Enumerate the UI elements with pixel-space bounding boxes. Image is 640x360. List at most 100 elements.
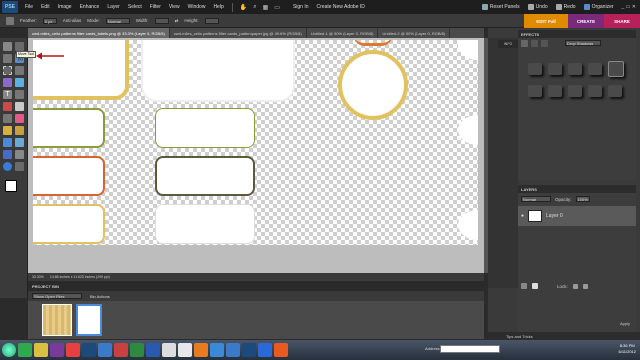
swap-icon[interactable]: ⇄ — [175, 18, 179, 24]
healing-brush-tool-icon[interactable] — [15, 102, 24, 111]
taskbar-spotify-icon[interactable] — [18, 343, 32, 357]
opacity-input[interactable]: 100% — [575, 196, 590, 202]
feather-input[interactable]: 0 px — [42, 17, 57, 24]
bin-thumbnail-labels[interactable] — [76, 304, 102, 336]
hand-tool-icon[interactable] — [3, 54, 12, 63]
blur-tool-icon[interactable] — [15, 150, 24, 159]
lock-transparent-icon[interactable] — [572, 283, 578, 289]
mode-edit-button[interactable]: EDIT Full — [524, 14, 568, 28]
anti-alias-checkbox[interactable]: Anti-alias — [63, 18, 82, 23]
marquee-tool-icon[interactable] — [3, 66, 12, 75]
mode-select[interactable]: Normal — [105, 17, 130, 24]
taskbar-firefox-icon[interactable] — [194, 343, 208, 357]
mode-create-button[interactable]: CREATE — [568, 14, 604, 28]
tab-patternpaper-doc[interactable]: cwd-miles_ceiio patterns filter cards_pa… — [170, 28, 307, 38]
clone-stamp-tool-icon[interactable] — [3, 114, 12, 123]
document-canvas[interactable] — [33, 40, 478, 245]
taskbar-filezilla-icon[interactable] — [114, 343, 128, 357]
straighten-tool-icon[interactable] — [15, 162, 24, 171]
layer-row[interactable]: ● Layer 0 — [518, 206, 636, 226]
menu-file[interactable]: File — [21, 4, 37, 10]
taskbar-pse-icon[interactable] — [82, 343, 96, 357]
brush-tool-icon[interactable] — [3, 126, 12, 135]
bin-thumbnail-patternpaper[interactable] — [42, 304, 72, 336]
taskbar-app2-icon[interactable] — [258, 343, 272, 357]
arrange-icon[interactable]: ▦ — [263, 4, 269, 11]
reset-panels-button[interactable]: Reset Panels — [481, 4, 520, 10]
organizer-button[interactable]: Organizer — [583, 4, 614, 10]
new-layer-icon[interactable] — [521, 283, 527, 289]
menu-layer[interactable]: Layer — [103, 4, 124, 10]
crop-tool-icon[interactable] — [15, 90, 24, 99]
tips-and-tricks-link[interactable]: Tips and Tricks — [506, 334, 533, 339]
sign-in-link[interactable]: Sign In — [289, 4, 313, 10]
drop-shadow-swatch-2[interactable] — [548, 63, 562, 75]
taskbar-notepad-icon[interactable] — [162, 343, 176, 357]
view-options-icon[interactable]: ▭ — [274, 4, 280, 11]
type-tool-icon[interactable]: T — [3, 90, 12, 99]
menu-enhance[interactable]: Enhance — [76, 4, 104, 10]
tab-untitled-2[interactable]: Untitled-2 @ 50% (Layer 0, RGB/8) — [378, 28, 451, 38]
taskbar-photoshop-icon[interactable] — [98, 343, 112, 357]
quick-selection-tool-icon[interactable] — [15, 78, 24, 87]
menu-filter[interactable]: Filter — [146, 4, 165, 10]
drop-shadow-swatch-4[interactable] — [588, 63, 602, 75]
zoom-level[interactable]: 33.33% — [32, 275, 44, 279]
menu-help[interactable]: Help — [209, 4, 227, 10]
drop-shadow-swatch-9[interactable] — [588, 85, 602, 97]
taskbar-paint-icon[interactable] — [178, 343, 192, 357]
foreground-color-swatch[interactable] — [5, 180, 17, 192]
effects-filters-icon[interactable] — [531, 39, 538, 47]
taskbar-chrome-icon[interactable] — [66, 343, 80, 357]
height-input[interactable] — [204, 17, 219, 24]
pencil-tool-icon[interactable] — [15, 126, 24, 135]
menu-image[interactable]: Image — [54, 4, 76, 10]
lock-all-icon[interactable] — [582, 283, 588, 289]
window-controls[interactable]: _ ▭ ✕ — [622, 4, 636, 10]
info-panel-button[interactable]: INFO — [498, 40, 518, 48]
eraser-tool-icon[interactable] — [15, 114, 24, 123]
hand-icon[interactable]: ✋ — [240, 4, 247, 11]
red-eye-tool-icon[interactable] — [3, 102, 12, 111]
drop-shadow-swatch-6[interactable] — [528, 85, 542, 97]
address-input[interactable] — [440, 345, 500, 353]
drop-shadow-swatch-10[interactable] — [608, 85, 622, 97]
width-input[interactable] — [154, 17, 169, 24]
effects-layer-styles-icon[interactable] — [521, 39, 528, 47]
gradient-tool-icon[interactable] — [15, 138, 24, 147]
bin-actions-menu[interactable]: Bin Actions — [90, 294, 110, 299]
adjustment-layer-icon[interactable] — [532, 283, 538, 289]
create-adobe-id-link[interactable]: Create New Adobe ID — [313, 4, 369, 10]
taskbar-media-icon[interactable] — [226, 343, 240, 357]
taskbar-word-icon[interactable] — [146, 343, 160, 357]
taskbar-excel-icon[interactable] — [130, 343, 144, 357]
blend-mode-select[interactable]: Normal — [521, 196, 551, 202]
show-open-files-select[interactable]: Show Open Files — [32, 293, 82, 299]
effects-photo-effects-icon[interactable] — [541, 39, 548, 47]
zoom-tool-icon[interactable] — [15, 42, 24, 51]
apply-link[interactable]: Apply — [620, 321, 630, 326]
redo-button[interactable]: Redo — [555, 4, 576, 10]
paint-bucket-tool-icon[interactable] — [3, 138, 12, 147]
taskbar-folder-icon[interactable] — [34, 343, 48, 357]
drop-shadow-swatch-8[interactable] — [568, 85, 582, 97]
taskbar-ie-icon[interactable] — [210, 343, 224, 357]
shape-tool-icon[interactable] — [3, 150, 12, 159]
system-clock[interactable]: 8:36 PM 6/11/2012 — [619, 343, 637, 355]
tab-labels-doc[interactable]: cwd-miles_ceiio patterns filter cards_la… — [28, 28, 170, 38]
menu-view[interactable]: View — [165, 4, 184, 10]
lasso-tool-icon[interactable] — [15, 66, 24, 75]
tab-untitled-1[interactable]: Untitled-1 @ 50% (Layer 0, RGB/8) — [307, 28, 379, 38]
magic-wand-tool-icon[interactable] — [3, 78, 12, 87]
menu-window[interactable]: Window — [184, 4, 210, 10]
mode-share-button[interactable]: SHARE — [604, 14, 640, 28]
taskbar-pse2-icon[interactable] — [242, 343, 256, 357]
effects-category-select[interactable]: Drop Shadows — [565, 40, 601, 46]
marquee-options-icon[interactable] — [6, 16, 14, 25]
drop-shadow-swatch-3[interactable] — [568, 63, 582, 75]
taskbar-app3-icon[interactable] — [274, 343, 288, 357]
zoom-icon[interactable]: ⌕ — [253, 4, 256, 11]
drop-shadow-swatch-5[interactable] — [608, 61, 624, 77]
drop-shadow-swatch-1[interactable] — [528, 63, 542, 75]
menu-select[interactable]: Select — [124, 4, 146, 10]
